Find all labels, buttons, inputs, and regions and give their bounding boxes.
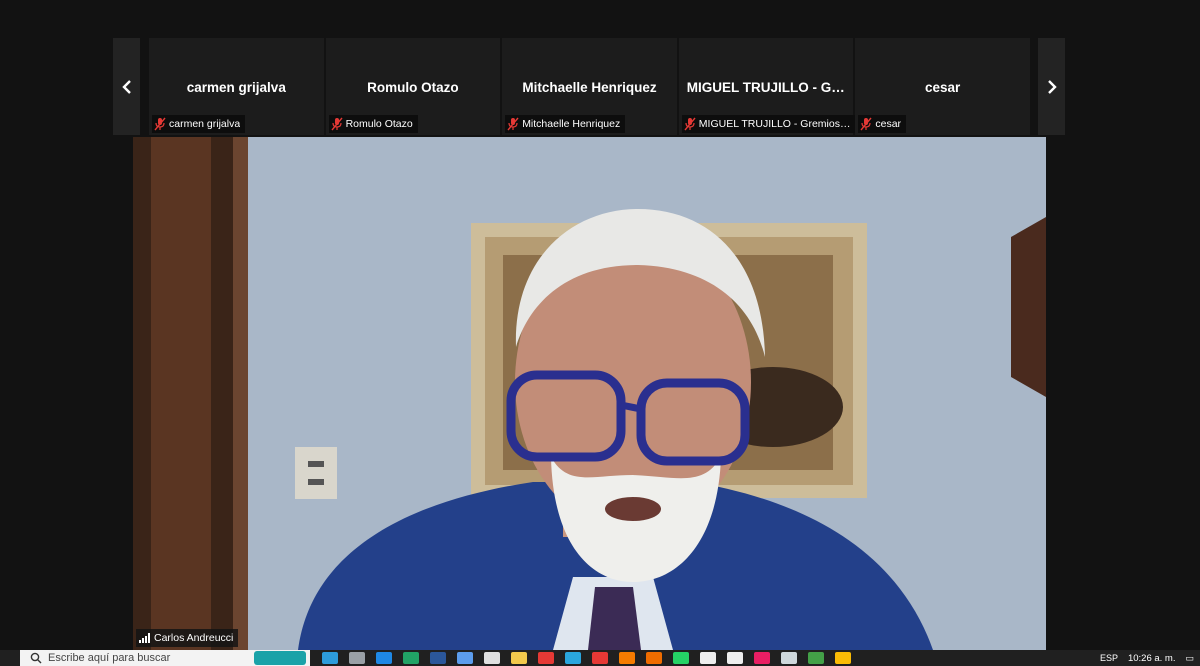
mic-muted-icon: [154, 117, 166, 131]
participant-tile[interactable]: Mitchaelle Henriquez Mitchaelle Henriquez: [502, 38, 677, 135]
chevron-right-icon: [1047, 79, 1057, 94]
next-participants-button[interactable]: [1038, 38, 1065, 135]
task-view-icon[interactable]: [349, 652, 365, 664]
participant-tile[interactable]: Romulo Otazo Romulo Otazo: [325, 38, 501, 135]
clock[interactable]: 10:26 a. m.: [1128, 653, 1176, 664]
photos-icon[interactable]: [754, 652, 770, 664]
search-icon: [30, 652, 42, 664]
notifications-icon[interactable]: ▭: [1185, 653, 1194, 664]
participant-tag-label: cesar: [875, 118, 902, 130]
system-tray: ESP 10:26 a. m. ▭: [1100, 650, 1194, 666]
speaker-name-label: Carlos Andreucci: [154, 632, 234, 644]
participant-tile[interactable]: cesar cesar: [855, 38, 1030, 135]
participant-name-tag: Romulo Otazo: [328, 115, 418, 133]
participant-name-tag: MIGUEL TRUJILLO - Gremios Pá...: [681, 115, 857, 133]
vlc-icon[interactable]: [619, 652, 635, 664]
participant-name-tag: carmen grijalva: [152, 115, 246, 133]
prev-participants-button[interactable]: [113, 38, 140, 135]
participant-display-name: MIGUEL TRUJILLO - Gre...: [686, 80, 854, 95]
participant-name-tag: cesar: [858, 115, 907, 133]
participant-display-name: Romulo Otazo: [367, 80, 459, 95]
file-icon[interactable]: [700, 652, 716, 664]
opera-icon[interactable]: [538, 652, 554, 664]
participant-display-name: carmen grijalva: [186, 80, 286, 95]
chrome-icon[interactable]: [835, 652, 851, 664]
participant-display-name: cesar: [925, 80, 961, 95]
docs-icon[interactable]: [781, 652, 797, 664]
media-icon[interactable]: [484, 652, 500, 664]
word-icon[interactable]: [430, 652, 446, 664]
chevron-left-icon: [121, 79, 131, 94]
paint-icon[interactable]: [646, 652, 662, 664]
participant-tag-label: carmen grijalva: [169, 118, 241, 130]
mic-muted-icon: [507, 117, 519, 131]
notes-icon[interactable]: [457, 652, 473, 664]
participant-tile[interactable]: MIGUEL TRUJILLO - Gre... MIGUEL TRUJILLO …: [678, 38, 857, 135]
mic-muted-icon: [684, 117, 696, 131]
participant-name-tag: Mitchaelle Henriquez: [505, 115, 626, 133]
taskbar-apps: [322, 652, 851, 664]
search-placeholder: Escribe aquí para buscar: [48, 652, 171, 664]
participant-tile[interactable]: carmen grijalva carmen grijalva: [149, 38, 324, 135]
participant-tag-label: Mitchaelle Henriquez: [522, 118, 621, 130]
taskbar-search-box[interactable]: Escribe aquí para buscar: [20, 650, 310, 666]
whatsapp-icon[interactable]: [673, 652, 689, 664]
explorer-icon[interactable]: [511, 652, 527, 664]
speaker-name-tag: Carlos Andreucci: [136, 629, 239, 647]
app-red-icon[interactable]: [592, 652, 608, 664]
file-icon-2[interactable]: [727, 652, 743, 664]
edge-icon[interactable]: [376, 652, 392, 664]
participant-tag-label: MIGUEL TRUJILLO - Gremios Pá...: [698, 118, 852, 130]
speaker-video-frame: [133, 137, 1046, 650]
cortana-icon[interactable]: [322, 652, 338, 664]
mic-muted-icon: [860, 117, 872, 131]
camtasia-icon[interactable]: [808, 652, 824, 664]
participant-tag-label: Romulo Otazo: [345, 118, 413, 130]
signal-strength-icon: [139, 633, 150, 643]
participant-strip: carmen grijalva carmen grijalva Romulo Ota…: [149, 38, 1030, 135]
taskbar: Escribe aquí para buscar ESP 10:26 a. m.…: [0, 650, 1200, 666]
search-highlight-icon: [254, 651, 306, 665]
participant-display-name: Mitchaelle Henriquez: [522, 80, 657, 95]
language-indicator[interactable]: ESP: [1100, 653, 1118, 663]
telegram-icon[interactable]: [565, 652, 581, 664]
active-speaker-video[interactable]: Carlos Andreucci: [133, 137, 1046, 650]
mic-muted-icon: [331, 117, 343, 131]
excel-icon[interactable]: [403, 652, 419, 664]
